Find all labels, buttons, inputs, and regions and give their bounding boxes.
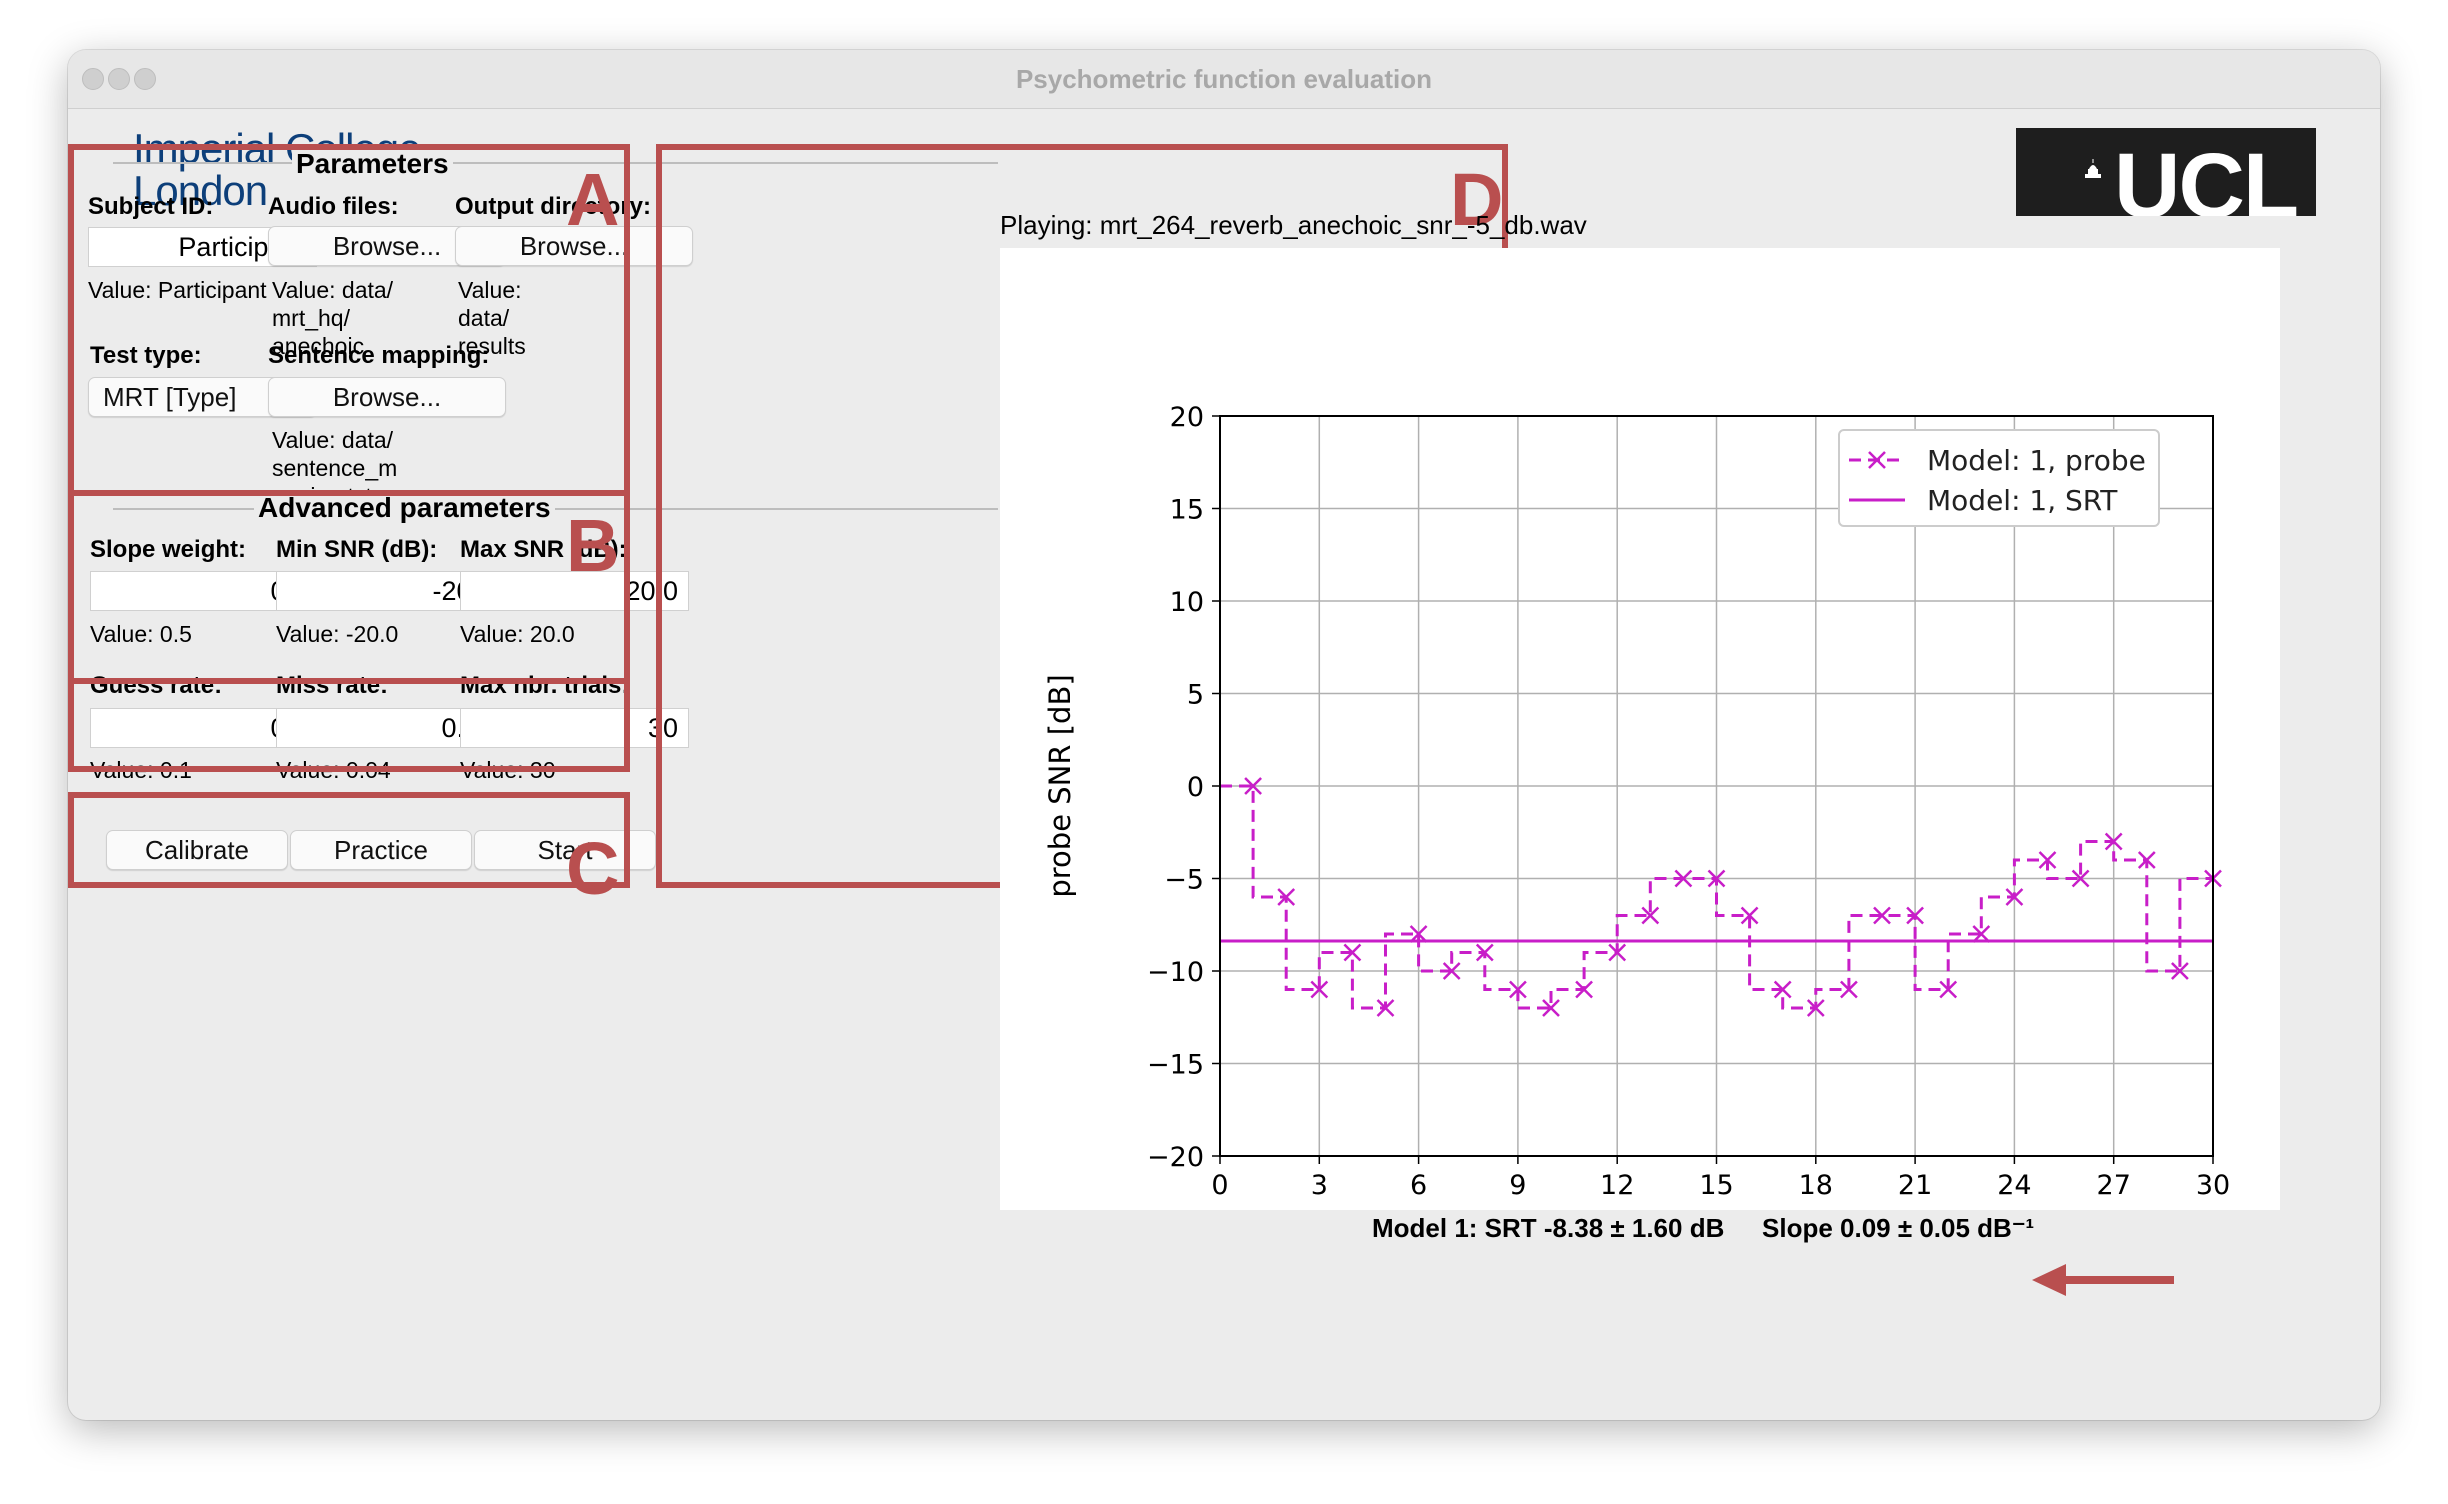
window-title: Psychometric function evaluation: [1015, 64, 1433, 94]
psychometric-chart: 0 3 6 9 12 15 18 21 24 27 30 20 15 10 5 0 −5 −10 −15 −20 Tri…: [1043, 402, 2230, 1243]
x-tick-label: 15: [1699, 1170, 1733, 1201]
annotation-letter-a: A: [566, 158, 620, 241]
x-tick-label: 6: [1410, 1170, 1427, 1201]
annotation-box-c: [68, 792, 630, 888]
srt-summary: Model 1: SRT -8.38 ± 1.60 dB: [1372, 1213, 1725, 1243]
x-axis-label: Trial number (per model): [1535, 1209, 1897, 1210]
legend-probe-label: Model: 1, probe: [1927, 444, 2146, 477]
x-tick-label: 30: [2196, 1170, 2230, 1201]
ucl-logo-text: UCL: [2114, 135, 2299, 216]
x-tick-label: 27: [2097, 1170, 2131, 1201]
y-axis-label: probe SNR [dB]: [1043, 674, 1077, 897]
x-tick-label: 18: [1799, 1170, 1833, 1201]
plot-area: 0 3 6 9 12 15 18 21 24 27 30 20 15 10 5 0 −5 −10 −15 −20 Tri…: [1000, 248, 2280, 1243]
x-tick-label: 0: [1211, 1170, 1228, 1201]
ucl-dome-icon: [2085, 159, 2101, 178]
legend-srt-label: Model: 1, SRT: [1927, 484, 2118, 517]
now-playing-label: Playing: mrt_264_reverb_anechoic_snr_-5_…: [1000, 210, 1587, 240]
y-tick-label: 15: [1170, 495, 1204, 526]
y-tick-label: 5: [1187, 680, 1204, 711]
y-tick-label: 10: [1170, 587, 1204, 618]
slope-summary: Slope 0.09 ± 0.05 dB⁻¹: [1762, 1213, 2035, 1243]
annotation-letter-c: C: [566, 827, 620, 910]
y-tick-label: −10: [1147, 957, 1204, 988]
x-tick-label: 3: [1311, 1170, 1328, 1201]
y-tick-label: 0: [1187, 772, 1204, 803]
annotation-letter-b: B: [566, 504, 620, 587]
x-tick-label: 21: [1898, 1170, 1932, 1201]
y-tick-label: −15: [1147, 1050, 1204, 1081]
x-tick-label: 12: [1600, 1170, 1634, 1201]
ucl-logo: UCL: [2016, 128, 2316, 216]
title-bar: Psychometric function evaluation: [68, 50, 2380, 109]
x-tick-label: 9: [1509, 1170, 1526, 1201]
x-tick-label: 24: [1997, 1170, 2031, 1201]
arrow-left-icon: [2032, 1264, 2174, 1296]
y-tick-label: 20: [1170, 402, 1204, 433]
annotation-box-b: [68, 490, 630, 772]
y-tick-label: −5: [1164, 865, 1204, 896]
y-tick-label: −20: [1147, 1142, 1204, 1173]
